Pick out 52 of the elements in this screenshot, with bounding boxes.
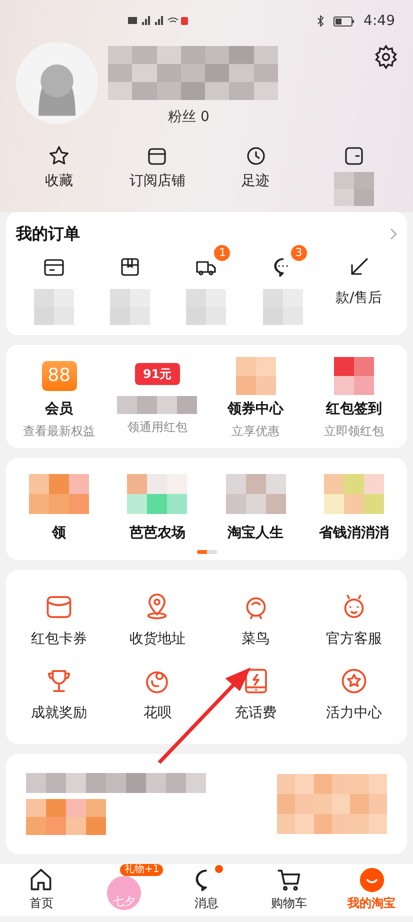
tool-label[interactable]: 红包卡券: [31, 630, 88, 648]
status-icons: [128, 15, 188, 27]
coupon-badge: 91元: [135, 363, 180, 385]
tool-label[interactable]: 活力中心: [326, 704, 382, 722]
tool-label[interactable]: 菜鸟: [242, 630, 270, 648]
promo-title[interactable]: 会员: [45, 400, 74, 418]
redaction-mosaic: [262, 289, 303, 325]
settings-icon[interactable]: [373, 44, 399, 70]
tool-label[interactable]: 收货地址: [129, 630, 186, 648]
tab[interactable]: 消息: [165, 864, 248, 916]
gift-badge: 礼物+1: [120, 864, 164, 876]
tab[interactable]: 购物车: [248, 864, 330, 916]
redaction-mosaic: [110, 289, 150, 325]
promo-subtitle: 立即领红包: [324, 423, 384, 440]
tab[interactable]: 首页: [0, 864, 83, 916]
shortcut-label[interactable]: 足迹: [242, 172, 270, 190]
promo-subtitle: 领通用红包: [127, 419, 188, 436]
game-title[interactable]: 芭芭农场: [129, 524, 186, 542]
order-label[interactable]: 款/售后: [336, 289, 382, 307]
smile-icon: [358, 867, 385, 893]
shortcut-label[interactable]: 订阅店铺: [129, 172, 186, 190]
redaction-mosaic: [226, 474, 286, 514]
redaction-mosaic: [236, 357, 276, 395]
follower-count[interactable]: 粉丝 0: [168, 108, 363, 126]
redaction-mosaic: [29, 474, 90, 514]
promo-subtitle: 查看最新权益: [23, 423, 96, 440]
count-badge: 3: [290, 245, 307, 261]
game-title[interactable]: 省钱消消消: [318, 524, 389, 542]
cart-icon: [276, 867, 302, 893]
redaction-mosaic: [324, 474, 384, 514]
redaction-mosaic: [34, 289, 74, 325]
count-badge: 1: [214, 245, 230, 261]
avatar[interactable]: [16, 42, 98, 124]
game-title[interactable]: 淘宝人生: [228, 524, 284, 542]
tool-label[interactable]: 充话费: [234, 704, 277, 722]
promo-title[interactable]: 红包签到: [326, 400, 382, 418]
redaction-mosaic: [334, 172, 374, 206]
promo-title[interactable]: 领券中心: [228, 400, 284, 418]
tool-label[interactable]: 官方客服: [326, 630, 382, 648]
tool-label[interactable]: 成就奖励: [31, 704, 88, 722]
redaction-mosaic: [127, 474, 188, 514]
status-time: 4:49: [364, 13, 395, 29]
tool-label[interactable]: 花呗: [143, 704, 172, 722]
section-title: 我的订单: [16, 224, 80, 245]
redaction-mosaic: [186, 289, 226, 325]
festival-icon: 七夕: [106, 876, 141, 910]
vip-badge: 88: [42, 361, 77, 391]
page-indicator: [196, 550, 216, 554]
redaction-mosaic: [334, 357, 374, 395]
promo-subtitle: 立享优惠: [232, 423, 280, 440]
shortcut-label[interactable]: 收藏: [45, 172, 74, 190]
game-title[interactable]: 领: [52, 524, 66, 542]
